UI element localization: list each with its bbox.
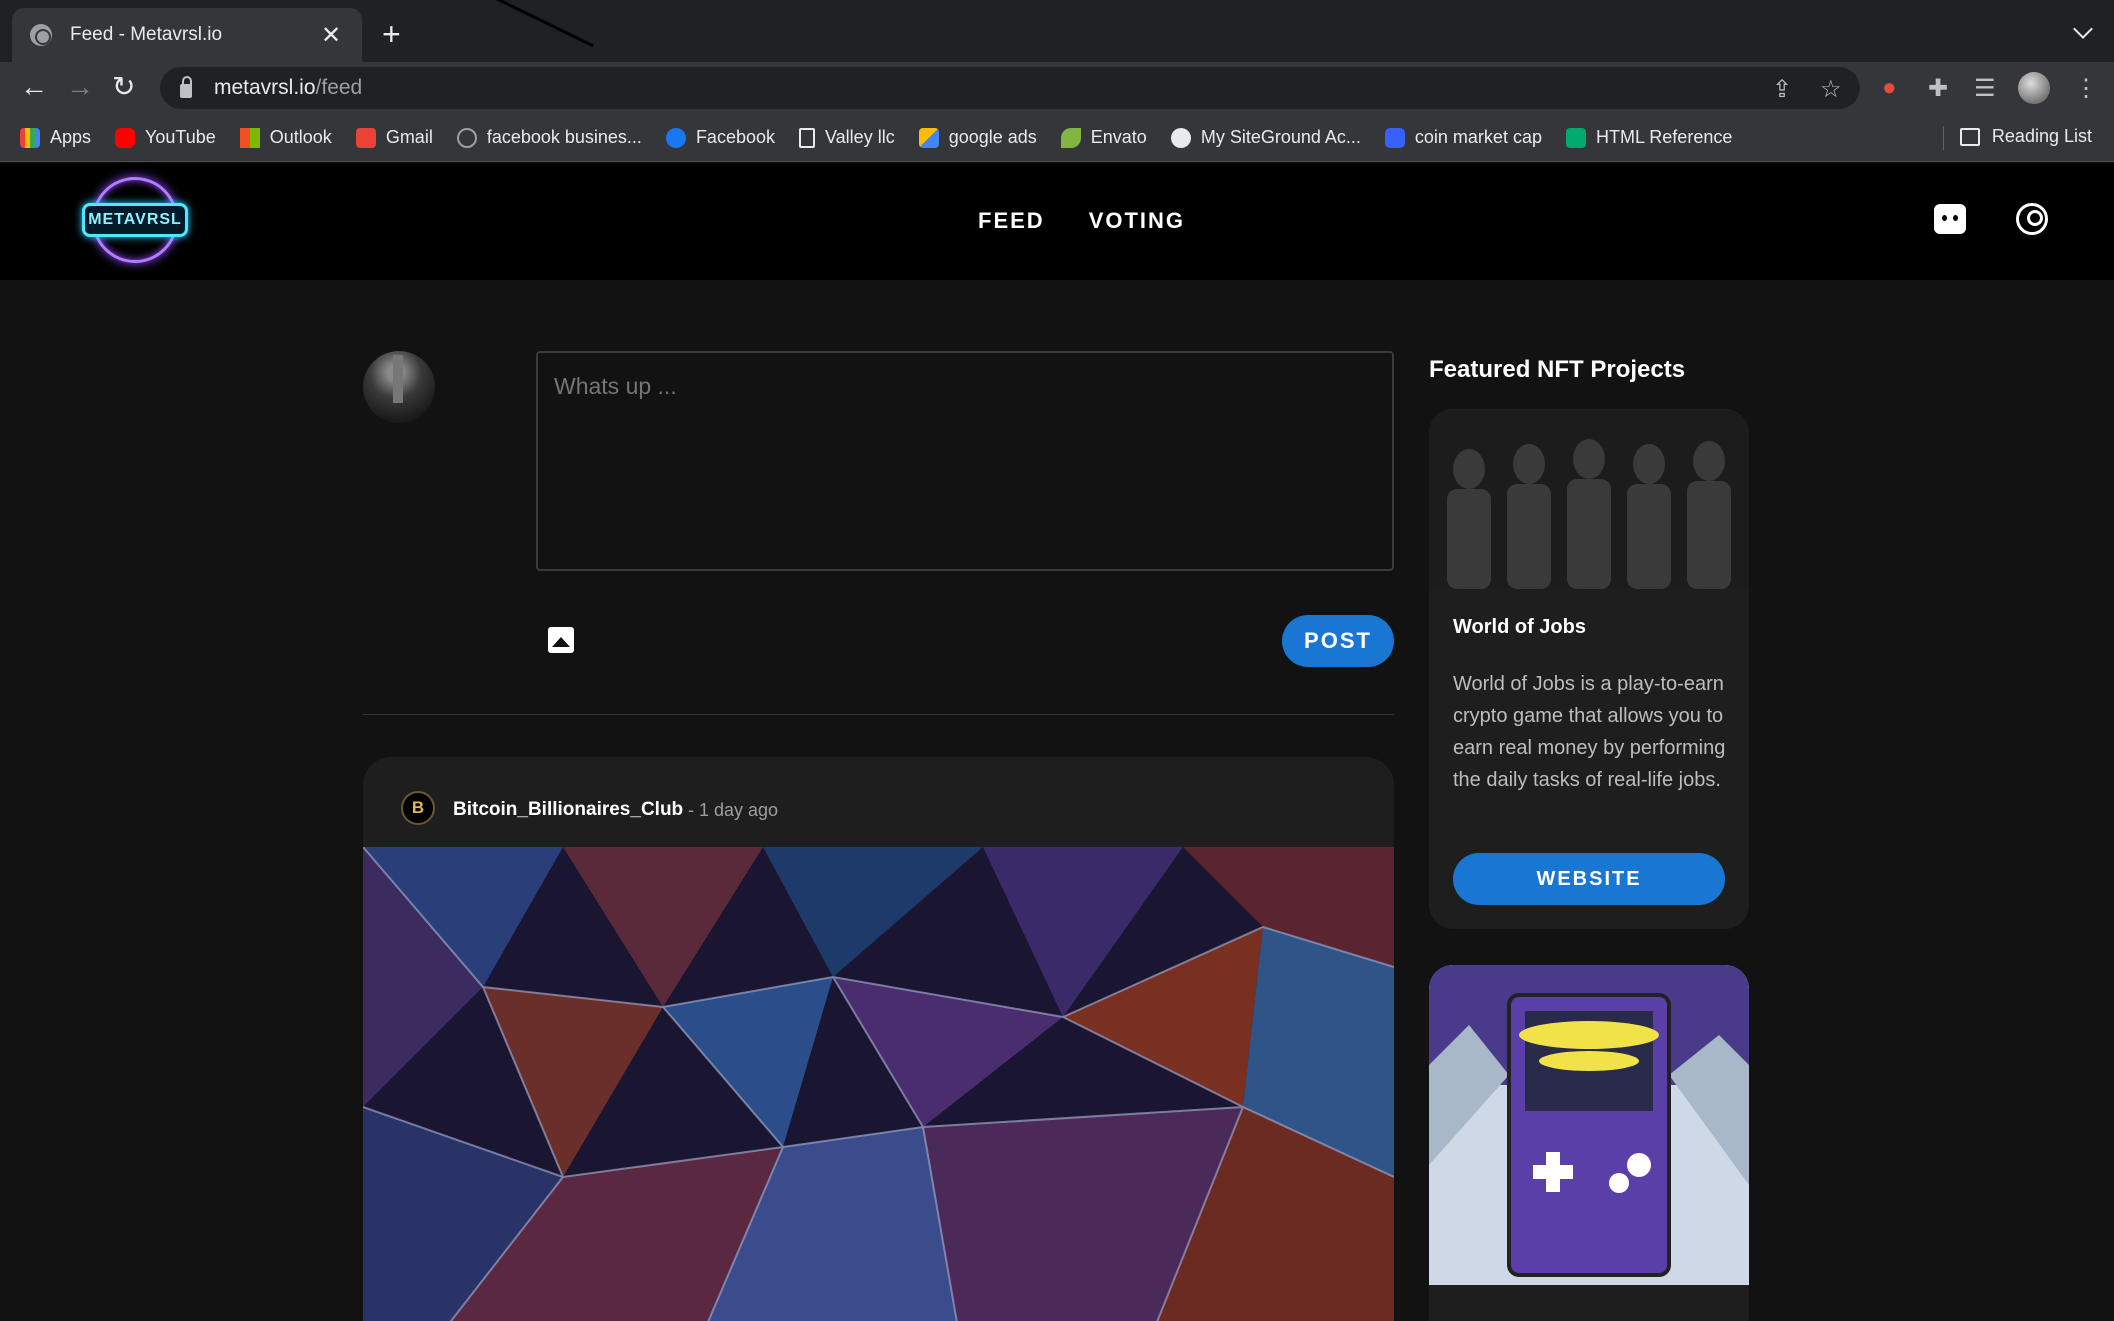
lock-icon[interactable] (180, 76, 192, 98)
new-tab-button[interactable]: + (382, 18, 401, 50)
bookmark-envato[interactable]: Envato (1060, 127, 1147, 148)
facebook-icon (665, 127, 686, 148)
nav-feed-link[interactable]: FEED (978, 208, 1045, 234)
bookmark-label: Outlook (269, 127, 332, 147)
bookmark-label: Envato (1090, 127, 1147, 147)
close-tab-icon[interactable]: ✕ (318, 21, 344, 50)
reading-list-label: Reading List (1991, 126, 2092, 146)
envato-leaf-icon (1060, 127, 1081, 148)
browser-tab[interactable]: Feed - Metavrsl.io ✕ (12, 8, 362, 62)
add-image-icon[interactable] (548, 627, 574, 653)
main-nav: FEED VOTING (978, 208, 1185, 234)
globe-icon (30, 24, 52, 46)
siteground-icon (1170, 127, 1191, 148)
browser-toolbar: ← → ↻ metavrsl.io /feed ⇪ ☆ ● ✚ ☰ ⋮ (0, 62, 2114, 114)
project-description: World of Jobs is a play-to-earn crypto g… (1453, 673, 1726, 791)
project-name: World of Jobs (1453, 616, 1586, 638)
account-icon[interactable] (2016, 203, 2048, 235)
post-composer-input[interactable] (536, 351, 1394, 571)
bookmarks-bar: Apps YouTube Outlook Gmail facebook busi… (0, 114, 2114, 162)
bookmark-outlook[interactable]: Outlook (239, 127, 332, 148)
project-image[interactable] (1429, 965, 1749, 1285)
site-header: METAVRSL FEED VOTING (0, 163, 2114, 280)
browser-tab-bar: Feed - Metavrsl.io ✕ + (0, 0, 2114, 62)
forward-button[interactable]: → (66, 72, 94, 102)
w3schools-icon (1565, 127, 1586, 148)
reading-list-icon (1959, 127, 1980, 146)
tab-title: Feed - Metavrsl.io (70, 24, 223, 45)
back-button[interactable]: ← (20, 72, 48, 102)
bookmark-siteground[interactable]: My SiteGround Ac... (1170, 127, 1361, 148)
share-icon[interactable]: ⇪ (1772, 75, 1792, 104)
bookmark-google-ads[interactable]: google ads (918, 127, 1037, 148)
bookmark-label: Facebook (695, 127, 775, 147)
bookmark-label: Apps (50, 127, 92, 147)
feed-divider (363, 714, 1394, 715)
project-image[interactable] (1429, 409, 1749, 589)
discord-icon[interactable] (1934, 204, 1966, 234)
document-icon (799, 127, 815, 148)
bookmark-label: YouTube (145, 127, 216, 147)
coinmarketcap-icon (1384, 127, 1405, 148)
feed-post: B Bitcoin_Billionaires_Club - 1 day ago (363, 757, 1394, 1321)
apps-grid-icon (20, 127, 40, 148)
post-author[interactable]: Bitcoin_Billionaires_Club (453, 799, 683, 821)
bookmark-youtube[interactable]: YouTube (115, 127, 216, 148)
bookmark-separator (1943, 126, 1944, 150)
youtube-icon (115, 127, 136, 148)
nft-project-card: World of Jobs World of Jobs is a play-to… (1429, 409, 1749, 929)
profile-avatar[interactable] (2018, 72, 2050, 104)
post-timestamp: - 1 day ago (688, 800, 779, 820)
post-image[interactable] (363, 847, 1394, 1321)
url-path: /feed (315, 76, 363, 99)
nav-voting-link[interactable]: VOTING (1089, 208, 1185, 234)
address-bar[interactable]: metavrsl.io /feed ⇪ ☆ (160, 67, 1860, 109)
user-avatar (363, 351, 435, 423)
reload-button[interactable]: ↻ (112, 72, 135, 102)
extensions-puzzle-icon[interactable]: ✚ (1928, 74, 1948, 103)
bookmark-label: HTML Reference (1595, 127, 1733, 147)
bookmark-facebook-business[interactable]: facebook busines... (456, 127, 642, 148)
microsoft-icon (239, 127, 260, 148)
featured-title: Featured NFT Projects (1429, 356, 1686, 383)
nft-project-card (1429, 965, 1749, 1321)
google-ads-icon (918, 127, 939, 148)
bookmark-facebook[interactable]: Facebook (665, 127, 775, 148)
facebook-business-icon (456, 127, 477, 148)
bookmark-label: Gmail (385, 127, 433, 147)
reading-list-button[interactable]: Reading List (1959, 126, 2092, 147)
bookmark-label: facebook busines... (486, 127, 642, 147)
bookmark-html-reference[interactable]: HTML Reference (1565, 127, 1733, 148)
bookmark-label: My SiteGround Ac... (1200, 127, 1361, 147)
extension-pin-icon[interactable]: ● (1882, 74, 1897, 102)
bookmark-label: coin market cap (1414, 127, 1542, 147)
bookmark-star-icon[interactable]: ☆ (1820, 75, 1842, 104)
decorative-stroke (489, 0, 595, 48)
bookmark-valley-llc[interactable]: Valley llc (799, 127, 895, 148)
logo-text: METAVRSL (82, 203, 188, 237)
post-author-avatar[interactable]: B (401, 791, 435, 825)
gmail-icon (355, 127, 376, 148)
tab-search-chevron-icon[interactable] (2073, 19, 2093, 39)
bookmark-label: Valley llc (825, 127, 895, 147)
metavrsl-logo[interactable]: METAVRSL (82, 177, 188, 263)
bookmark-gmail[interactable]: Gmail (355, 127, 433, 148)
url-host: metavrsl.io (214, 76, 316, 99)
media-queue-icon[interactable]: ☰ (1974, 74, 1996, 103)
bookmark-label: google ads (948, 127, 1037, 147)
post-button[interactable]: POST (1282, 615, 1394, 667)
more-menu-icon[interactable]: ⋮ (2074, 74, 2098, 103)
project-website-button[interactable]: WEBSITE (1453, 853, 1725, 905)
bookmark-coinmarketcap[interactable]: coin market cap (1384, 127, 1542, 148)
bookmark-apps[interactable]: Apps (20, 127, 91, 148)
